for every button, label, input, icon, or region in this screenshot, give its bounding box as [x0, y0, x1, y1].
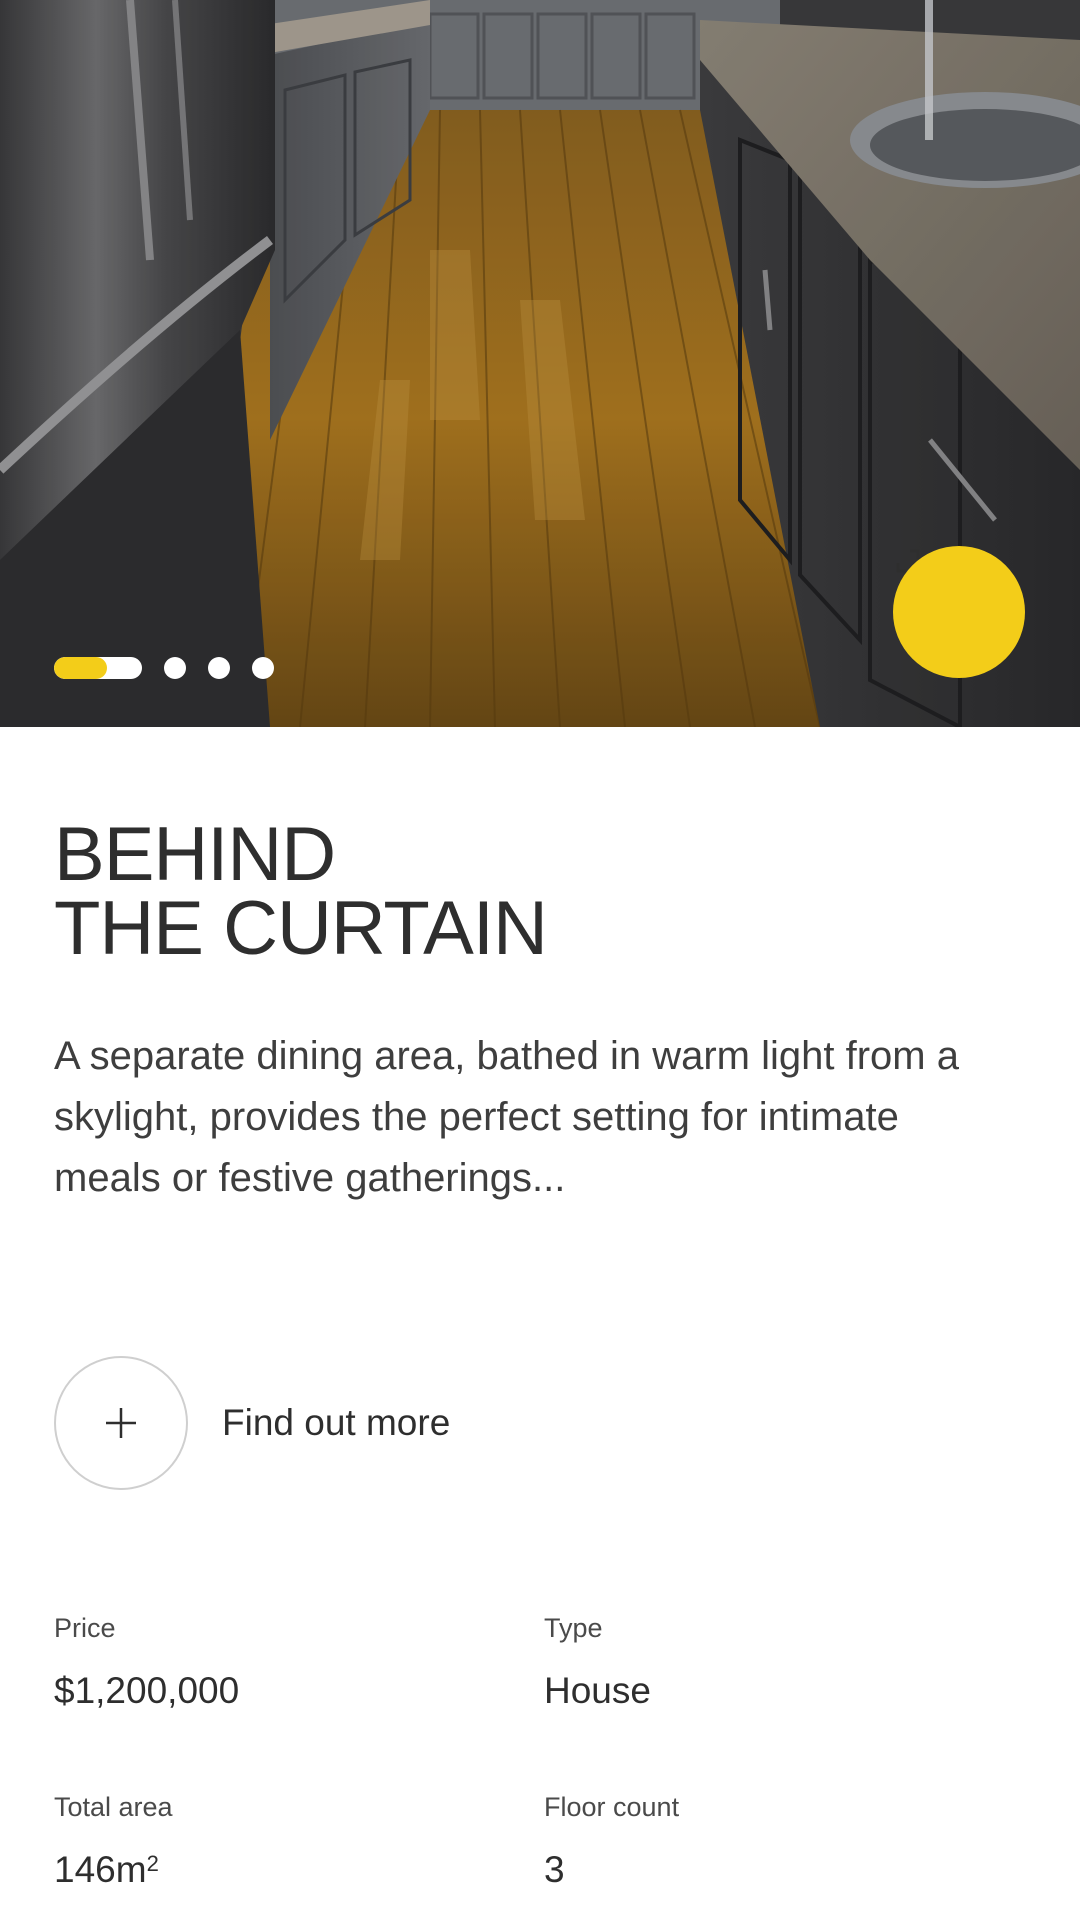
listing-description: A separate dining area, bathed in warm l… — [54, 1034, 959, 1200]
find-out-more-button[interactable]: Find out more — [54, 1354, 450, 1492]
expand-icon — [896, 549, 920, 573]
spec-floors-label: Floor count — [544, 1792, 680, 1822]
spec-type-value: House — [544, 1670, 651, 1711]
hero-photo[interactable] — [0, 0, 1080, 727]
listing-detail-page: BEHIND THE CURTAIN A separate dining are… — [0, 0, 1080, 1920]
spec-area-label: Total area — [54, 1792, 173, 1822]
find-out-more-label[interactable]: Find out more — [222, 1402, 450, 1444]
plus-icon — [106, 1408, 136, 1438]
listing-title-line-1: BEHIND — [54, 812, 336, 897]
spec-type-label: Type — [544, 1613, 603, 1643]
spec-area-unit-sup: 2 — [146, 1851, 159, 1876]
carousel-indicator — [54, 657, 274, 679]
spec-floors-value: 3 — [544, 1849, 565, 1890]
carousel-dot[interactable] — [252, 657, 274, 679]
spec-type: Type House — [544, 1611, 651, 1713]
carousel-dot-active[interactable] — [54, 657, 142, 679]
spec-area-number: 146m — [54, 1849, 147, 1890]
listing-title: BEHIND THE CURTAIN — [54, 812, 548, 971]
spec-price: Price $1,200,000 — [54, 1611, 239, 1713]
spec-floors: Floor count 3 — [544, 1790, 679, 1892]
spec-price-value: $1,200,000 — [54, 1670, 240, 1711]
plus-circle[interactable] — [54, 1356, 188, 1490]
carousel-dot[interactable] — [164, 657, 186, 679]
fullscreen-button[interactable] — [893, 546, 1025, 678]
spec-area: Total area 146m2 — [54, 1790, 173, 1892]
carousel-dot[interactable] — [208, 657, 230, 679]
listing-title-line-2: THE CURTAIN — [54, 886, 548, 971]
carousel-progress-fill — [54, 657, 107, 679]
spec-area-value: 146m2 — [54, 1848, 173, 1892]
spec-price-label: Price — [54, 1613, 116, 1643]
